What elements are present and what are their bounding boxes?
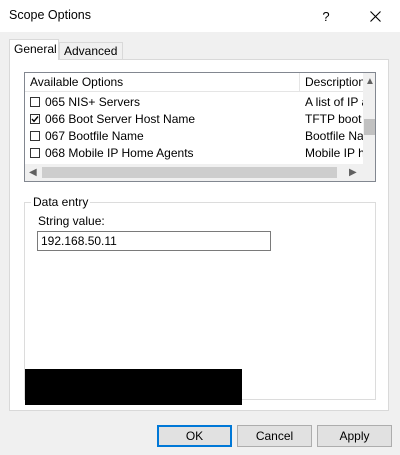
horizontal-scroll-thumb[interactable] (42, 167, 337, 178)
option-name: 066 Boot Server Host Name (45, 112, 196, 126)
data-entry-legend: Data entry (31, 195, 91, 209)
help-button[interactable]: ? (310, 0, 342, 32)
help-icon: ? (322, 8, 330, 24)
option-checkbox[interactable] (30, 97, 40, 107)
tab-general-label: General (14, 42, 57, 56)
window-title: Scope Options (9, 8, 91, 22)
string-value-input[interactable] (37, 231, 271, 251)
tab-advanced[interactable]: Advanced (59, 42, 123, 60)
option-name: 068 Mobile IP Home Agents (45, 146, 194, 160)
tab-advanced-label: Advanced (64, 44, 118, 58)
apply-button[interactable]: Apply (317, 425, 392, 447)
close-button[interactable] (359, 0, 391, 32)
column-header-description[interactable]: Description (300, 73, 363, 91)
option-description: TFTP boot s (305, 112, 363, 126)
list-header: Available Options Description (25, 73, 363, 92)
option-checkbox[interactable] (30, 148, 40, 158)
scrollbar-corner (363, 164, 375, 181)
option-checkbox[interactable] (30, 114, 40, 124)
ok-button[interactable]: OK (157, 425, 232, 447)
list-item[interactable]: 068 Mobile IP Home Agents Mobile IP ho (25, 145, 363, 162)
scroll-right-icon[interactable]: ▶ (349, 168, 357, 178)
horizontal-scrollbar[interactable]: ◀ ▶ (25, 164, 363, 181)
redacted-region (25, 369, 242, 405)
list-item[interactable]: 066 Boot Server Host Name TFTP boot s (25, 111, 363, 128)
option-name: 067 Bootfile Name (45, 129, 144, 143)
checkmark-icon (31, 116, 39, 123)
title-bar: Scope Options ? (0, 0, 400, 32)
option-checkbox[interactable] (30, 131, 40, 141)
scroll-up-icon[interactable]: ▲ (365, 77, 375, 87)
string-value-label: String value: (38, 214, 105, 228)
option-name: 065 NIS+ Servers (45, 95, 141, 109)
vertical-scroll-thumb[interactable] (364, 119, 375, 135)
vertical-scrollbar[interactable]: ▲ (363, 73, 375, 164)
option-description: Mobile IP ho (305, 146, 363, 160)
column-header-available-options[interactable]: Available Options (25, 73, 299, 91)
list-item[interactable]: 067 Bootfile Name Bootfile Nan (25, 128, 363, 145)
option-description: A list of IP a (305, 95, 363, 109)
cancel-button[interactable]: Cancel (237, 425, 312, 447)
close-icon (369, 10, 381, 22)
tab-general[interactable]: General (9, 39, 59, 60)
available-options-list[interactable]: Available Options Description 065 NIS+ S… (24, 72, 376, 182)
scroll-left-icon[interactable]: ◀ (29, 168, 37, 178)
option-description: Bootfile Nan (305, 129, 363, 143)
general-tab-panel: Available Options Description 065 NIS+ S… (9, 59, 389, 411)
list-item[interactable]: 065 NIS+ Servers A list of IP a (25, 94, 363, 111)
